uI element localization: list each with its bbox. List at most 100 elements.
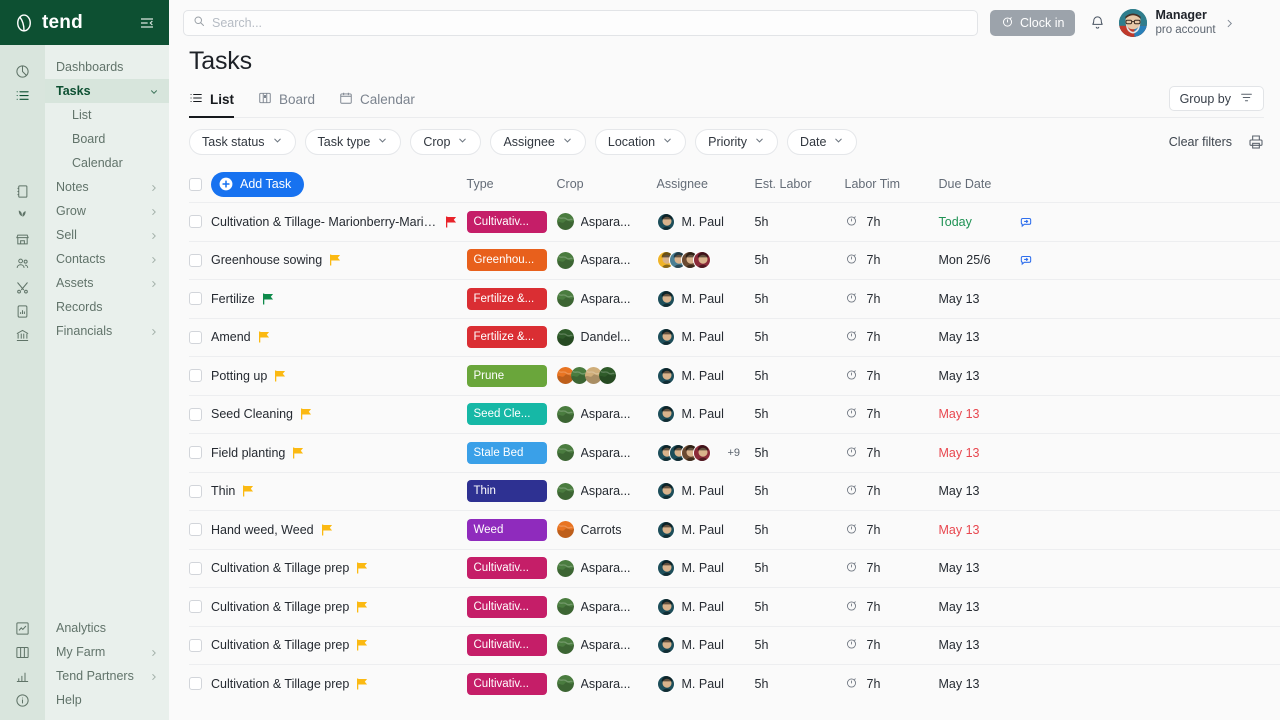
table-row[interactable]: Cultivation & Tillage prep Cultivativ... A… (189, 664, 1280, 703)
row-checkbox[interactable] (189, 638, 202, 652)
task-name-cell[interactable]: Cultivation & Tillage prep (211, 677, 467, 691)
row-checkbox[interactable] (189, 292, 202, 306)
line-chart-icon[interactable] (11, 616, 35, 640)
table-row[interactable]: Cultivation & Tillage prep Cultivativ... A… (189, 625, 1280, 665)
sidebar-item-records[interactable]: Records (45, 295, 169, 319)
task-name-cell[interactable]: Cultivation & Tillage- Marionberry-Mario… (211, 215, 467, 229)
due-date-cell[interactable]: May 13 (939, 523, 1019, 537)
due-date-cell[interactable]: May 13 (939, 600, 1019, 614)
due-date-cell[interactable]: May 13 (939, 330, 1019, 344)
task-type-chip[interactable]: Fertilize &... (466, 326, 547, 349)
sidebar-item-contacts[interactable]: Contacts (45, 247, 169, 271)
row-checkbox[interactable] (189, 523, 202, 537)
column-header-type[interactable]: Type (467, 177, 557, 191)
task-name-cell[interactable]: Cultivation & Tillage prep (211, 600, 467, 614)
due-date-cell[interactable]: May 13 (939, 369, 1019, 383)
people-icon[interactable] (11, 251, 35, 275)
columns-icon[interactable] (11, 640, 35, 664)
task-name-cell[interactable]: Fertilize (211, 292, 467, 306)
bank-icon[interactable] (11, 323, 35, 347)
sidebar-item-help[interactable]: Help (45, 688, 169, 712)
table-row[interactable]: Cultivation & Tillage prep Cultivativ... A… (189, 548, 1280, 588)
task-name-cell[interactable]: Cultivation & Tillage prep (211, 561, 467, 575)
sidebar-subitem-board[interactable]: Board (45, 127, 169, 151)
task-type-chip[interactable]: Cultivativ... (466, 557, 547, 580)
tab-list[interactable]: List (189, 91, 235, 118)
sidebar-item-tasks[interactable]: Tasks (45, 79, 169, 103)
row-checkbox[interactable] (189, 600, 202, 614)
table-row[interactable]: Amend Fertilize &... Dandel... M. Paul 5h 7h M… (189, 317, 1280, 357)
clipboard-chart-icon[interactable] (11, 299, 35, 323)
sidebar-item-sell[interactable]: Sell (45, 223, 169, 247)
sidebar-item-financials[interactable]: Financials (45, 319, 169, 343)
list-icon[interactable] (11, 83, 35, 107)
table-row[interactable]: Thin Thin Aspara... M. Paul 5h 7h May 13 (189, 471, 1280, 511)
filter-date[interactable]: Date (787, 129, 858, 155)
task-name-cell[interactable]: Field planting (211, 446, 467, 460)
row-checkbox[interactable] (189, 407, 202, 421)
task-type-chip[interactable]: Seed Cle... (466, 403, 547, 426)
info-icon[interactable] (11, 688, 35, 712)
due-date-cell[interactable]: May 13 (939, 561, 1019, 575)
due-date-cell[interactable]: May 13 (939, 446, 1019, 460)
filter-assignee[interactable]: Assignee (490, 129, 586, 155)
add-task-button[interactable]: Add Task (211, 171, 305, 197)
column-header-crop[interactable]: Crop (557, 177, 657, 191)
task-name-cell[interactable]: Seed Cleaning (211, 407, 467, 421)
filter-task-type[interactable]: Task type (304, 129, 402, 155)
filter-location[interactable]: Location (594, 129, 687, 155)
due-date-cell[interactable]: May 13 (939, 677, 1019, 691)
due-date-cell[interactable]: May 13 (939, 292, 1019, 306)
notifications-bell-icon[interactable] (1087, 13, 1107, 33)
column-header-due-date[interactable]: Due Date (939, 177, 1019, 191)
sidebar-item-tend-partners[interactable]: Tend Partners (45, 664, 169, 688)
task-name-cell[interactable]: Amend (211, 330, 467, 344)
select-all-checkbox[interactable] (189, 177, 202, 191)
table-row[interactable]: Cultivation & Tillage prep Cultivativ... A… (189, 587, 1280, 626)
row-checkbox[interactable] (189, 330, 202, 344)
task-type-chip[interactable]: Cultivativ... (466, 210, 547, 233)
group-by-button[interactable]: Group by (1168, 86, 1264, 111)
sidebar-item-dashboards[interactable]: Dashboards (45, 55, 169, 79)
task-type-chip[interactable]: Stale Bed (466, 441, 547, 464)
table-row[interactable]: Seed Cleaning Seed Cle... Aspara... M. Paul… (189, 394, 1280, 434)
task-name-cell[interactable]: Greenhouse sowing (211, 253, 467, 267)
row-checkbox[interactable] (189, 561, 202, 575)
repeat-icon[interactable] (1019, 253, 1033, 267)
task-type-chip[interactable]: Cultivativ... (466, 634, 547, 657)
task-type-chip[interactable]: Weed (466, 518, 547, 541)
due-date-cell[interactable]: Today (939, 215, 1019, 229)
tools-icon[interactable] (11, 275, 35, 299)
sidebar-item-grow[interactable]: Grow (45, 199, 169, 223)
tab-calendar[interactable]: Calendar (339, 91, 415, 117)
sidebar-item-analytics[interactable]: Analytics (45, 616, 169, 640)
task-type-chip[interactable]: Greenhou... (466, 249, 547, 272)
row-checkbox[interactable] (189, 446, 202, 460)
task-type-chip[interactable]: Cultivativ... (466, 672, 547, 695)
search-input[interactable] (212, 15, 968, 30)
task-type-chip[interactable]: Prune (466, 364, 547, 387)
due-date-cell[interactable]: Mon 25/6 (939, 253, 1019, 267)
clear-filters-button[interactable]: Clear filters (1169, 135, 1232, 149)
table-row[interactable]: Hand weed, Weed Weed Carrots M. Paul 5h 7h May… (189, 510, 1280, 549)
notebook-icon[interactable] (11, 179, 35, 203)
repeat-icon[interactable] (1019, 215, 1033, 229)
filter-crop[interactable]: Crop (410, 129, 482, 155)
task-name-cell[interactable]: Thin (211, 484, 467, 498)
store-icon[interactable] (11, 227, 35, 251)
table-row[interactable]: Fertilize Fertilize &... Aspara... M. Paul 5… (189, 279, 1280, 318)
sprout-icon[interactable] (11, 203, 35, 227)
due-date-cell[interactable]: May 13 (939, 638, 1019, 652)
search-box[interactable] (183, 9, 978, 36)
row-checkbox[interactable] (189, 677, 202, 691)
pie-chart-icon[interactable] (11, 59, 35, 83)
due-date-cell[interactable]: May 13 (939, 484, 1019, 498)
table-row[interactable]: Greenhouse sowing Greenhou... Aspara... 5h 7… (189, 240, 1280, 280)
row-checkbox[interactable] (189, 253, 202, 267)
sidebar-subitem-list[interactable]: List (45, 103, 169, 127)
task-name-cell[interactable]: Potting up (211, 369, 467, 383)
collapse-sidebar-icon[interactable] (139, 15, 155, 31)
clock-in-button[interactable]: Clock in (990, 9, 1076, 36)
task-type-chip[interactable]: Cultivativ... (466, 595, 547, 618)
table-row[interactable]: Cultivation & Tillage- Marionberry-Mario… (189, 202, 1280, 241)
